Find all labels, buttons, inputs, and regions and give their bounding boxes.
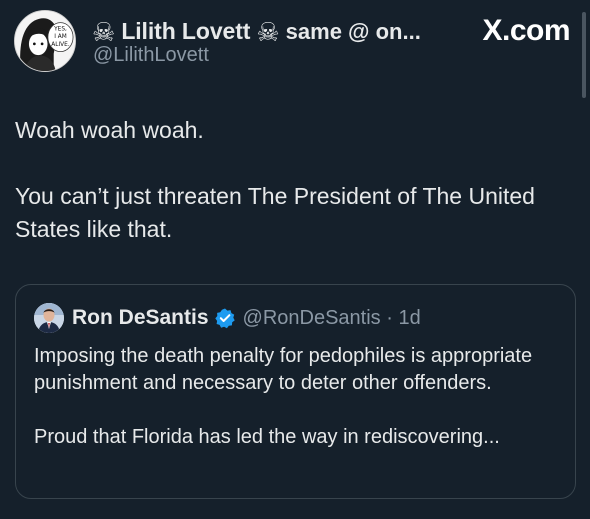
author-avatar[interactable]: YES, I AM ALIVE. [14,10,76,72]
author-handle[interactable]: @LilithLovett [93,44,209,67]
quoted-author-handle-time[interactable]: @RonDeSantis · 1d [243,307,421,330]
quoted-post-text: Imposing the death penalty for pedophile… [34,343,564,451]
site-logo: X.com [482,14,570,47]
scrollbar[interactable] [582,12,586,98]
verified-badge-icon [214,308,235,329]
skull-crossbones-icon: ☠ [256,16,280,47]
avatar-text-1: YES, [53,26,67,32]
quoted-post-line: Proud that Florida has led the way in re… [34,426,500,448]
quoted-post-card[interactable]: Ron DeSantis @RonDeSantis · 1d Imposing … [15,284,576,499]
avatar-text-2: I AM [54,34,67,40]
quoted-post-line: Imposing the death penalty for pedophile… [34,345,533,394]
post-body-line: Woah woah woah. [15,117,204,143]
post-body-line: You can’t just threaten The President of… [15,183,535,242]
skull-crossbones-icon: ☠ [92,16,116,47]
quoted-avatar-image [34,303,64,333]
author-name-row[interactable]: ☠ Lilith Lovett ☠ same @ on... [92,18,421,45]
quoted-author-avatar[interactable] [34,303,64,333]
post-body: Woah woah woah. You can’t just threaten … [15,114,575,246]
quoted-author-name[interactable]: Ron DeSantis [72,306,209,330]
quoted-post-header: Ron DeSantis @RonDeSantis · 1d [34,303,421,333]
avatar-image: YES, I AM ALIVE. [15,11,75,71]
avatar-text-3: ALIVE. [51,42,70,48]
author-display-name[interactable]: Lilith Lovett [121,18,250,45]
author-name-suffix: same @ on... [285,18,421,44]
post-header: YES, I AM ALIVE. ☠ Lilith Lovett ☠ same … [14,10,576,74]
